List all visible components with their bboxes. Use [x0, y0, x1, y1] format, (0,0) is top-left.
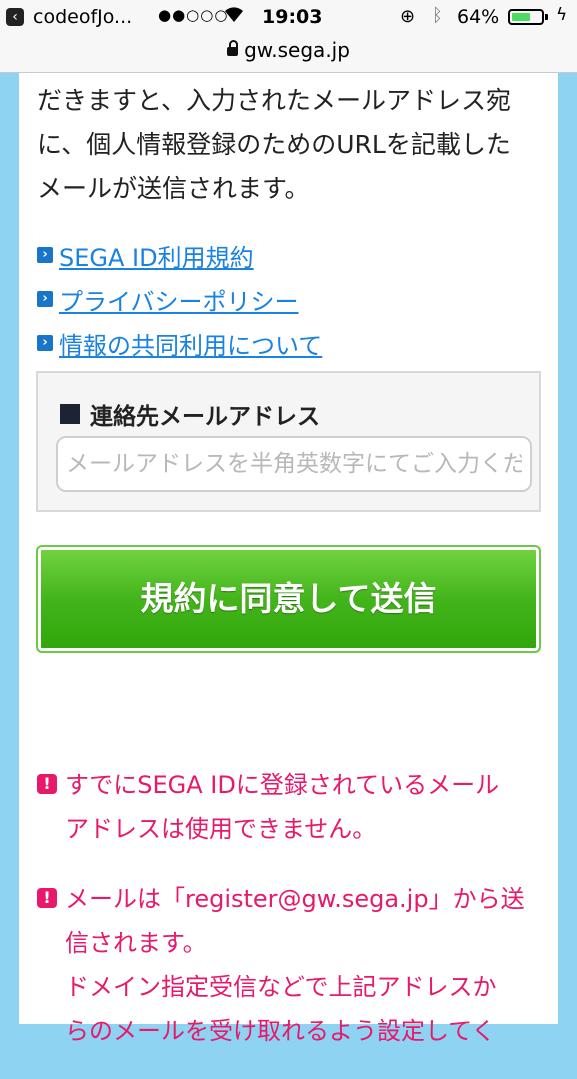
charging-icon: ϟ	[556, 5, 568, 25]
link-row-joint-use: › 情報の共同利用について	[37, 321, 322, 365]
square-bullet-icon	[60, 404, 80, 424]
email-input[interactable]	[56, 436, 532, 492]
joint-use-link[interactable]: 情報の共同利用について	[59, 326, 322, 361]
address-bar[interactable]: gw.sega.jp	[0, 34, 577, 73]
page-content: だきますと、入力されたメールアドレス宛 に、個人情報登録のためのURLを記載した…	[19, 73, 558, 1045]
back-to-app-icon[interactable]: ‹	[6, 8, 24, 26]
email-label-text: 連絡先メールアドレス	[90, 404, 320, 430]
exclamation-icon: !	[37, 888, 57, 908]
arrow-right-icon: ›	[37, 335, 53, 351]
email-label: 連絡先メールアドレス	[60, 397, 320, 431]
agree-and-send-button[interactable]: 規約に同意して送信	[36, 545, 541, 653]
link-row-terms: › SEGA ID利用規約	[37, 233, 322, 277]
battery-icon	[508, 9, 544, 25]
battery-tip	[545, 14, 548, 20]
url-text: gw.sega.jp	[244, 38, 350, 62]
intro-text: だきますと、入力されたメールアドレス宛 に、個人情報登録のためのURLを記載した…	[37, 86, 512, 203]
notice-text: すでにSEGA IDに登録されているメール アドレスは使用できません。	[65, 771, 500, 843]
privacy-policy-link[interactable]: プライバシーポリシー	[59, 282, 299, 317]
notices: ! すでにSEGA IDに登録されているメール アドレスは使用できません。 ! …	[37, 763, 547, 1079]
notice-text: メールは「register@gw.sega.jp」から送 信されます。 ドメイン…	[65, 885, 525, 1045]
wifi-icon	[222, 4, 246, 29]
battery-percent: 64%	[457, 6, 500, 28]
policy-links: › SEGA ID利用規約 › プライバシーポリシー › 情報の共同利用について	[37, 233, 322, 365]
carrier-name: codeofJo...	[33, 6, 133, 28]
bluetooth-icon: ᛒ	[432, 5, 443, 26]
status-bar: ‹ codeofJo... ●●○○○ 19:03 ⊕ ᛒ 64% ϟ	[0, 0, 577, 34]
notice-item: ! メールは「register@gw.sega.jp」から送 信されます。 ドメ…	[37, 877, 547, 1053]
link-row-privacy: › プライバシーポリシー	[37, 277, 322, 321]
signal-strength: ●●○○○	[158, 6, 229, 24]
email-form: 連絡先メールアドレス	[36, 371, 541, 512]
notice-item: ! すでにSEGA IDに登録されているメール アドレスは使用できません。	[37, 763, 547, 851]
terms-link[interactable]: SEGA ID利用規約	[59, 238, 254, 273]
rotation-lock-icon: ⊕	[400, 6, 416, 27]
arrow-right-icon: ›	[37, 247, 53, 263]
arrow-right-icon: ›	[37, 291, 53, 307]
exclamation-icon: !	[37, 774, 57, 794]
clock: 19:03	[262, 6, 323, 28]
padlock-icon	[227, 40, 239, 56]
battery-fill	[512, 13, 530, 21]
